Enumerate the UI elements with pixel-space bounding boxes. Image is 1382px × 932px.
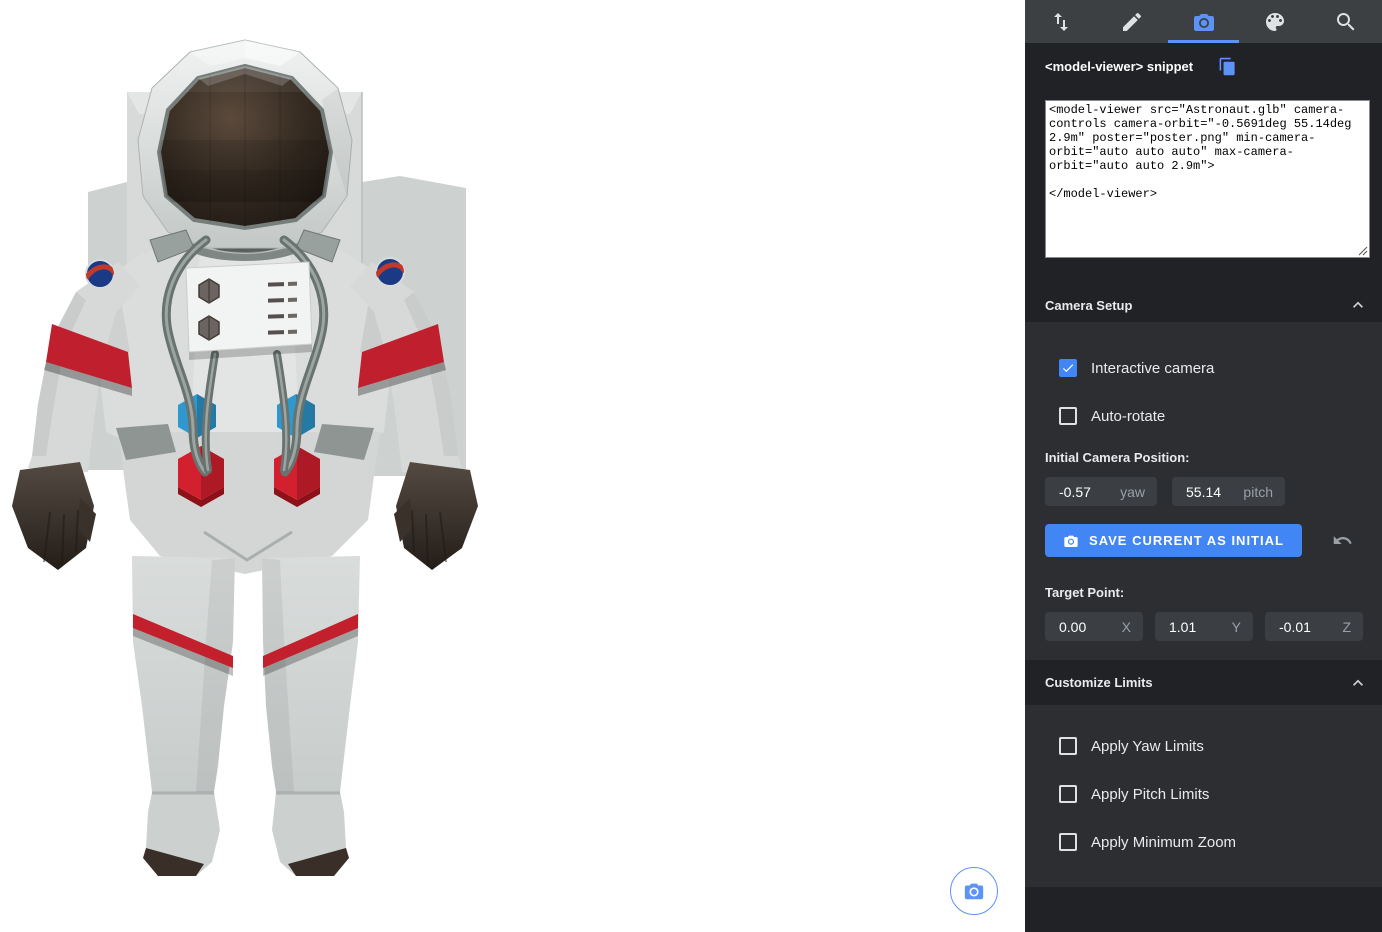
check-icon (1061, 361, 1075, 375)
snippet-title: <model-viewer> snippet (1045, 59, 1193, 74)
copy-snippet-button[interactable] (1217, 56, 1237, 76)
camera-icon (1063, 533, 1079, 549)
yaw-unit: yaw (1120, 484, 1145, 500)
customize-limits-title: Customize Limits (1045, 675, 1153, 690)
auto-rotate-row[interactable]: Auto-rotate (1059, 402, 1382, 430)
save-current-as-initial-button[interactable]: SAVE CURRENT AS INITIAL (1045, 524, 1302, 557)
pitch-value: 55.14 (1186, 484, 1221, 500)
undo-icon (1332, 530, 1353, 551)
target-z-value: -0.01 (1279, 619, 1311, 635)
interactive-camera-label: Interactive camera (1091, 360, 1214, 377)
undo-button[interactable] (1330, 529, 1354, 553)
target-point-label: Target Point: (1045, 585, 1382, 601)
camera-icon (1192, 10, 1216, 34)
tab-inspector[interactable] (1311, 0, 1382, 43)
tab-transform[interactable] (1025, 0, 1096, 43)
capture-poster-button[interactable] (950, 867, 998, 915)
palette-icon (1263, 10, 1287, 34)
initial-camera-position-label: Initial Camera Position: (1045, 450, 1382, 466)
target-y-value: 1.01 (1169, 619, 1196, 635)
pitch-unit: pitch (1243, 484, 1273, 500)
customize-limits-header[interactable]: Customize Limits (1025, 660, 1382, 705)
apply-minimum-zoom-label: Apply Minimum Zoom (1091, 834, 1236, 851)
target-x-unit: X (1122, 619, 1131, 635)
customize-limits-section: Apply Yaw Limits Apply Pitch Limits Appl… (1025, 705, 1382, 887)
yaw-input[interactable]: -0.57 yaw (1045, 477, 1157, 506)
target-x-input[interactable]: 0.00 X (1045, 612, 1143, 641)
target-x-value: 0.00 (1059, 619, 1086, 635)
target-y-input[interactable]: 1.01 Y (1155, 612, 1253, 641)
chevron-up-icon[interactable] (1348, 295, 1368, 315)
camera-setup-header[interactable]: Camera Setup (1025, 288, 1382, 322)
import-export-icon (1049, 10, 1073, 34)
astronaut-model (0, 0, 1025, 932)
model-viewport[interactable] (0, 0, 1025, 932)
apply-yaw-limits-label: Apply Yaw Limits (1091, 738, 1204, 755)
checkbox-icon[interactable] (1059, 737, 1077, 755)
target-z-unit: Z (1342, 619, 1351, 635)
checkbox-icon[interactable] (1059, 785, 1077, 803)
search-icon (1334, 10, 1358, 34)
chevron-up-icon[interactable] (1348, 673, 1368, 693)
snippet-textarea[interactable]: <model-viewer src="Astronaut.glb" camera… (1045, 100, 1370, 258)
camera-icon (963, 880, 985, 902)
tab-edit[interactable] (1096, 0, 1167, 43)
checkbox-icon[interactable] (1059, 407, 1077, 425)
target-z-input[interactable]: -0.01 Z (1265, 612, 1363, 641)
pencil-icon (1120, 10, 1144, 34)
camera-setup-section: Interactive camera Auto-rotate Initial C… (1025, 322, 1382, 660)
apply-minimum-zoom-row[interactable]: Apply Minimum Zoom (1059, 828, 1382, 856)
apply-yaw-limits-row[interactable]: Apply Yaw Limits (1059, 732, 1382, 760)
tab-materials[interactable] (1239, 0, 1310, 43)
pitch-input[interactable]: 55.14 pitch (1172, 477, 1285, 506)
yaw-value: -0.57 (1059, 484, 1091, 500)
interactive-camera-row[interactable]: Interactive camera (1059, 354, 1382, 382)
target-y-unit: Y (1232, 619, 1241, 635)
copy-icon (1218, 57, 1237, 76)
apply-pitch-limits-row[interactable]: Apply Pitch Limits (1059, 780, 1382, 808)
camera-setup-title: Camera Setup (1045, 298, 1132, 313)
settings-panel: <model-viewer> snippet <model-viewer src… (1025, 0, 1382, 932)
editor-toolbar (1025, 0, 1382, 43)
save-button-label: SAVE CURRENT AS INITIAL (1089, 533, 1284, 548)
checkbox-icon[interactable] (1059, 833, 1077, 851)
checkbox-icon[interactable] (1059, 359, 1077, 377)
tab-camera[interactable] (1168, 0, 1239, 43)
auto-rotate-label: Auto-rotate (1091, 408, 1165, 425)
apply-pitch-limits-label: Apply Pitch Limits (1091, 786, 1209, 803)
